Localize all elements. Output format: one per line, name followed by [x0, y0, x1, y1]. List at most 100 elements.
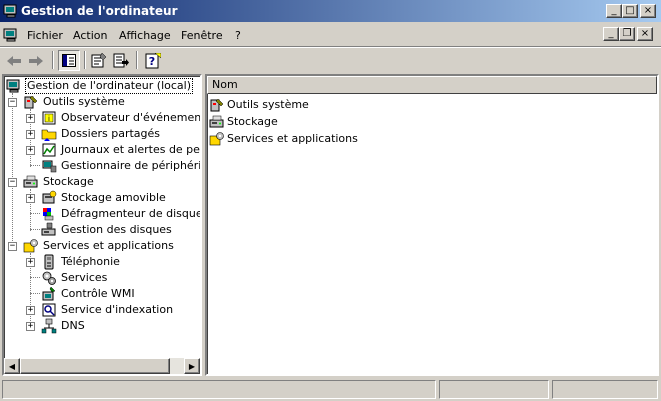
tree-item-label: Services	[61, 271, 108, 284]
tree-item-label: Services et applications	[43, 239, 174, 252]
list-item[interactable]: Outils système	[209, 96, 309, 113]
tree-horizontal-scrollbar[interactable]: ◀ ▶	[4, 358, 200, 374]
mdi-minimize-button[interactable]: _	[603, 27, 619, 41]
forward-arrow-icon	[29, 55, 43, 66]
list-item[interactable]: Stockage	[209, 113, 278, 130]
list-item-label: Services et applications	[227, 132, 358, 145]
tree-item-label: Dossiers partagés	[61, 127, 161, 140]
tree-line	[30, 293, 40, 294]
tree-item-label: Défragmenteur de disque	[61, 207, 202, 220]
help-button[interactable]: ?	[142, 50, 164, 71]
services-icon	[42, 271, 56, 285]
tree-item-label: Contrôle WMI	[61, 287, 135, 300]
disk-management-icon	[41, 222, 56, 236]
column-header-nom[interactable]: Nom	[207, 76, 657, 94]
tree-item-dns[interactable]: DNS	[41, 318, 86, 334]
defragmenter-icon	[43, 208, 54, 221]
tree-pane[interactable]: Gestion de l'ordinateur (local) − Outils…	[2, 74, 202, 376]
tree-expander[interactable]: −	[8, 242, 17, 251]
removable-storage-icon	[42, 190, 57, 204]
back-button[interactable]	[3, 50, 25, 71]
tree-item-telephonie[interactable]: Téléphonie	[41, 254, 121, 270]
mdi-restore-button[interactable]: ❐	[619, 27, 635, 41]
computer-management-icon	[6, 79, 20, 93]
tree-item-dossiers-partages[interactable]: Dossiers partagés	[41, 126, 161, 142]
storage-icon	[23, 175, 38, 188]
tree-item-observateur[interactable]: i Observateur d'événements	[41, 110, 202, 126]
tree-item-label: Stockage amovible	[61, 191, 166, 204]
tree-item-controle-wmi[interactable]: Contrôle WMI	[41, 286, 136, 302]
tree-item-outils-systeme[interactable]: Outils système	[23, 94, 126, 110]
tree-item-label: Outils système	[43, 95, 125, 108]
computer-management-icon	[3, 4, 17, 18]
tree-line	[30, 229, 40, 230]
tree-item-journaux[interactable]: Journaux et alertes de perfo	[41, 142, 200, 158]
toolbar-separator	[136, 51, 138, 69]
tree-item-services[interactable]: Services	[41, 270, 108, 286]
tree-item-label: Gestionnaire de périphérique	[61, 159, 202, 172]
tree-item-label: Observateur d'événements	[61, 111, 202, 124]
properties-button[interactable]	[88, 50, 110, 71]
status-panel	[439, 380, 549, 399]
tree-item-label: Stockage	[43, 175, 94, 188]
arrow-right-icon: ▶	[188, 361, 196, 371]
tree-expander[interactable]: +	[26, 258, 35, 267]
tree-expander[interactable]: +	[26, 146, 35, 155]
dns-icon	[41, 318, 57, 334]
indexing-service-icon	[42, 303, 56, 317]
tree-expander[interactable]: +	[26, 322, 35, 331]
tree-item-stockage[interactable]: Stockage	[23, 174, 95, 190]
tree-root-label: Gestion de l'ordinateur (local)	[25, 78, 194, 94]
mdi-child-icon[interactable]	[3, 27, 19, 43]
status-panel	[552, 380, 658, 399]
scroll-left-button[interactable]: ◀	[4, 358, 20, 374]
arrow-left-icon: ◀	[8, 361, 16, 371]
close-button[interactable]: ×	[640, 4, 656, 18]
mdi-close-button[interactable]: ×	[637, 27, 653, 41]
tree-expander[interactable]: −	[8, 98, 17, 107]
tree-item-defragmenteur[interactable]: Défragmenteur de disque	[41, 206, 202, 222]
minimize-button[interactable]: _	[606, 4, 622, 18]
scroll-thumb[interactable]	[20, 358, 170, 374]
tree-expander[interactable]: −	[8, 178, 17, 187]
menu-action[interactable]: Action	[73, 29, 107, 42]
forward-button[interactable]	[25, 50, 47, 71]
menu-help[interactable]: ?	[235, 29, 241, 42]
svg-text:i: i	[48, 115, 50, 123]
tree-item-services-applications[interactable]: Services et applications	[23, 238, 175, 254]
tree-item-gestionnaire-peripheriques[interactable]: Gestionnaire de périphérique	[41, 158, 202, 174]
tree-item-service-indexation[interactable]: Service d'indexation	[41, 302, 174, 318]
window-title: Gestion de l'ordinateur	[21, 4, 178, 18]
properties-icon	[91, 53, 107, 68]
tree-root[interactable]: Gestion de l'ordinateur (local)	[6, 78, 194, 94]
services-applications-icon	[209, 131, 224, 145]
list-item[interactable]: Services et applications	[209, 130, 358, 147]
toolbar-separator	[84, 51, 86, 69]
scroll-right-button[interactable]: ▶	[184, 358, 200, 374]
tree-item-label: Service d'indexation	[61, 303, 174, 316]
maximize-button[interactable]: □	[622, 4, 638, 18]
title-bar[interactable]: Gestion de l'ordinateur _ □ ×	[0, 0, 661, 22]
performance-logs-icon	[42, 143, 56, 157]
details-pane[interactable]: Nom Outils système Stockage Services et …	[205, 74, 659, 376]
menu-fenetre[interactable]: Fenêtre	[181, 29, 223, 42]
show-hide-tree-button[interactable]	[58, 50, 80, 71]
tree-item-stockage-amovible[interactable]: Stockage amovible	[41, 190, 167, 206]
help-icon: ?	[145, 52, 161, 68]
tree-expander[interactable]: +	[26, 114, 35, 123]
menu-affichage[interactable]: Affichage	[119, 29, 171, 42]
export-list-icon	[113, 53, 129, 68]
tree-line	[30, 277, 40, 278]
tree-line	[12, 93, 13, 247]
export-list-button[interactable]	[110, 50, 132, 71]
toolbar-separator	[52, 51, 54, 69]
menu-fichier[interactable]: Fichier	[27, 29, 63, 42]
svg-text:?: ?	[149, 55, 155, 68]
tree-expander[interactable]: +	[26, 130, 35, 139]
status-bar	[0, 378, 661, 401]
show-hide-tree-icon	[62, 54, 76, 67]
tree-item-gestion-disques[interactable]: Gestion des disques	[41, 222, 173, 238]
list-item-label: Outils système	[227, 98, 309, 111]
tree-expander[interactable]: +	[26, 194, 35, 203]
tree-expander[interactable]: +	[26, 306, 35, 315]
